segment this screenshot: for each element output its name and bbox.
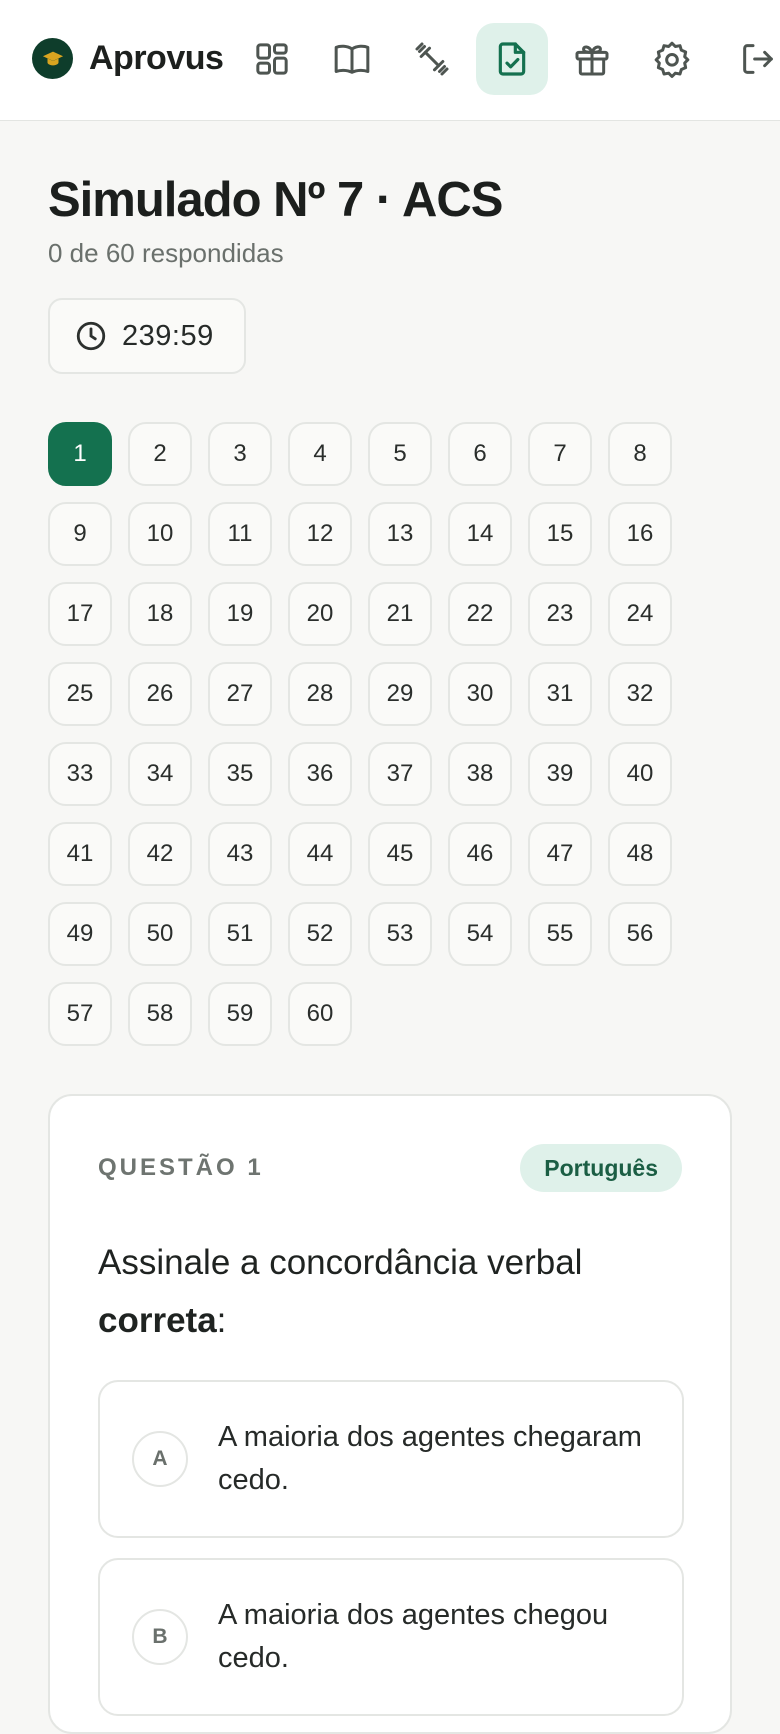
question-text-end: : [216,1301,227,1340]
graduation-cap-logo-icon [32,38,73,79]
nav-practice-button[interactable] [396,23,468,95]
dumbbell-icon [415,42,449,76]
question-number-button[interactable]: 30 [448,662,512,726]
question-number-button[interactable]: 25 [48,662,112,726]
nav-logout-button[interactable] [716,23,780,95]
question-number-button[interactable]: 50 [128,902,192,966]
question-number-button[interactable]: 55 [528,902,592,966]
page-title: Simulado Nº 7 · ACS [48,173,503,227]
question-number-button[interactable]: 48 [608,822,672,886]
question-number-button[interactable]: 7 [528,422,592,486]
question-number-button[interactable]: 52 [288,902,352,966]
option-text: A maioria dos agentes chegaram cedo. [218,1421,642,1496]
question-number-button[interactable]: 13 [368,502,432,566]
question-number-button[interactable]: 60 [288,982,352,1046]
clock-icon [76,321,106,351]
timer-value: 239:59 [122,319,214,352]
question-number-button[interactable]: 9 [48,502,112,566]
question-number-button[interactable]: 58 [128,982,192,1046]
question-number-button[interactable]: 26 [128,662,192,726]
question-number-button[interactable]: 11 [208,502,272,566]
question-number-button[interactable]: 2 [128,422,192,486]
top-navigation-bar: Aprovus [0,0,780,121]
nav-study-button[interactable] [316,23,388,95]
question-number-button[interactable]: 24 [608,582,672,646]
question-number-button[interactable]: 33 [48,742,112,806]
question-navigator: 1 2 3 4 5 6 7 8 9 10 11 12 13 14 15 16 17 18 19 20 21 22 23 24 2… [48,422,688,1046]
book-icon [334,44,370,74]
question-text-main: Assinale a concordância verbal [98,1243,583,1282]
question-number-button[interactable]: 39 [528,742,592,806]
question-number-button[interactable]: 12 [288,502,352,566]
question-number-button[interactable]: 22 [448,582,512,646]
question-label: QUESTÃO 1 [98,1154,264,1181]
question-number-button[interactable]: 27 [208,662,272,726]
question-number-button[interactable]: 3 [208,422,272,486]
question-number-button[interactable]: 1 [48,422,112,486]
answered-count: 0 de 60 respondidas [48,238,284,268]
question-number-button[interactable]: 32 [608,662,672,726]
question-number-button[interactable]: 41 [48,822,112,886]
question-number-button[interactable]: 57 [48,982,112,1046]
question-number-button[interactable]: 16 [608,502,672,566]
settings-gear-icon [654,41,690,78]
question-number-button[interactable]: 17 [48,582,112,646]
nav-exams-button[interactable] [476,23,548,95]
question-number-button[interactable]: 10 [128,502,192,566]
question-number-button[interactable]: 5 [368,422,432,486]
question-number-button[interactable]: 45 [368,822,432,886]
question-number-button[interactable]: 43 [208,822,272,886]
question-number-button[interactable]: 4 [288,422,352,486]
nav-dashboard-button[interactable] [236,23,308,95]
question-number-button[interactable]: 38 [448,742,512,806]
question-text: Assinale a concordância verbal correta: [98,1234,688,1350]
question-text-emphasis: correta [98,1301,217,1340]
question-number-button[interactable]: 20 [288,582,352,646]
logout-icon [743,44,773,74]
gift-icon [575,45,609,76]
dashboard-icon [256,43,288,75]
question-number-button[interactable]: 35 [208,742,272,806]
question-number-button[interactable]: 18 [128,582,192,646]
exam-timer: 239:59 [48,298,246,374]
question-number-button[interactable]: 29 [368,662,432,726]
app-name: Aprovus [89,39,224,77]
question-number-button[interactable]: 53 [368,902,432,966]
answer-option-b[interactable]: B A maioria dos agentes chegou cedo. [98,1558,684,1716]
exam-file-check-icon [498,42,526,76]
answer-option-a[interactable]: A A maioria dos agentes chegaram cedo. [98,1380,684,1538]
question-number-button[interactable]: 15 [528,502,592,566]
nav-settings-button[interactable] [636,23,708,95]
question-number-button[interactable]: 21 [368,582,432,646]
question-number-button[interactable]: 56 [608,902,672,966]
question-number-button[interactable]: 23 [528,582,592,646]
question-number-button[interactable]: 19 [208,582,272,646]
question-number-button[interactable]: 28 [288,662,352,726]
brand[interactable]: Aprovus [32,38,224,79]
question-number-button[interactable]: 37 [368,742,432,806]
question-number-button[interactable]: 14 [448,502,512,566]
question-number-button[interactable]: 44 [288,822,352,886]
option-letter: A [132,1431,188,1487]
option-text: A maioria dos agentes chegou cedo. [218,1599,609,1674]
question-number-button[interactable]: 34 [128,742,192,806]
question-number-button[interactable]: 31 [528,662,592,726]
question-number-button[interactable]: 51 [208,902,272,966]
question-number-button[interactable]: 6 [448,422,512,486]
question-card: QUESTÃO 1 Português Assinale a concordân… [48,1094,732,1734]
nav-rewards-button[interactable] [556,23,628,95]
question-number-button[interactable]: 59 [208,982,272,1046]
question-number-button[interactable]: 47 [528,822,592,886]
question-number-button[interactable]: 42 [128,822,192,886]
question-number-button[interactable]: 46 [448,822,512,886]
subject-badge: Português [520,1144,682,1192]
option-letter: B [132,1609,188,1665]
question-number-button[interactable]: 8 [608,422,672,486]
question-number-button[interactable]: 36 [288,742,352,806]
question-number-button[interactable]: 40 [608,742,672,806]
question-number-button[interactable]: 49 [48,902,112,966]
question-number-button[interactable]: 54 [448,902,512,966]
